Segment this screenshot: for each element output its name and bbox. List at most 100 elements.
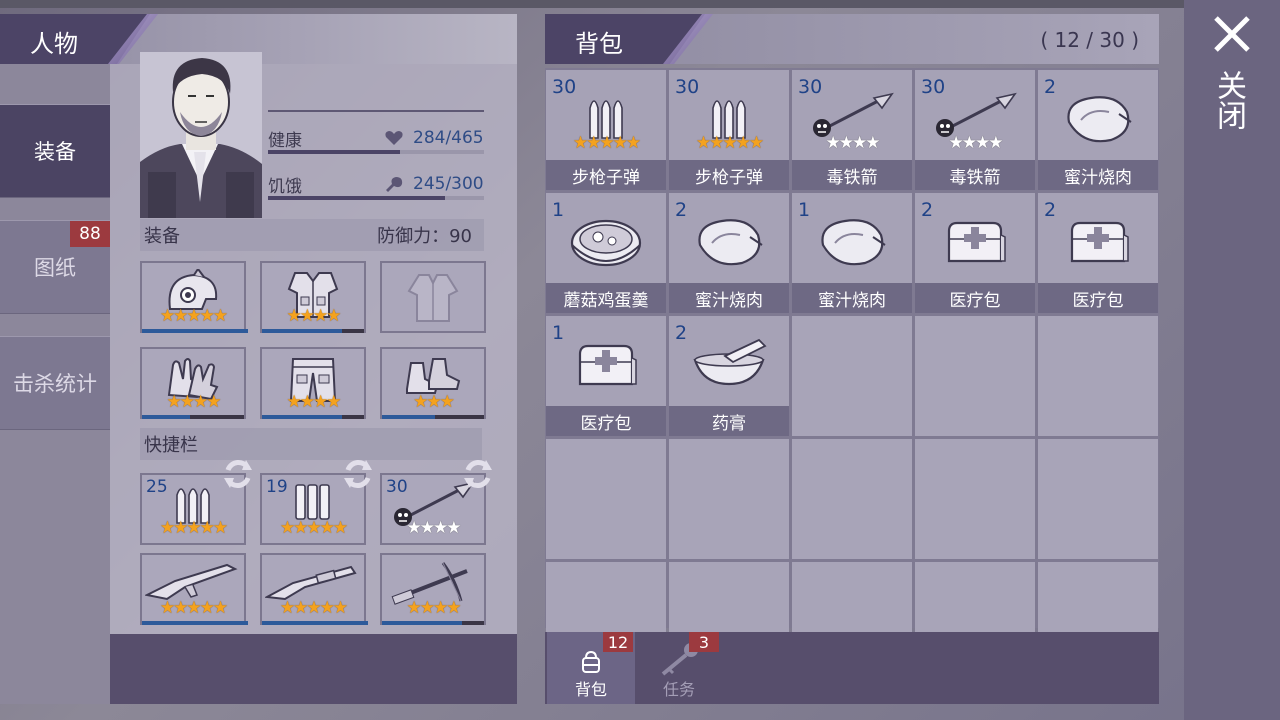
equipment-slot[interactable]: ★★★★ (260, 347, 366, 419)
backpack-item[interactable]: 2 医疗包 (915, 193, 1035, 313)
tab-backpack-label: 背包 (574, 680, 607, 699)
top-strip (0, 0, 1280, 8)
quickbar-slot[interactable]: ★★★★ (380, 553, 486, 625)
star-icon: ★ (419, 518, 435, 538)
star-icon: ★ (199, 598, 215, 618)
roast-meat-icon (815, 215, 889, 273)
equipment-slot[interactable]: ★★★★ (260, 261, 366, 333)
star-rating: ★★★★ (382, 600, 484, 617)
character-tabs: 装备 图纸 88 击杀统计 (0, 64, 110, 704)
swap-icon[interactable] (460, 456, 496, 492)
item-name: 药膏 (669, 406, 789, 436)
tab-backpack[interactable]: 12 背包 (547, 632, 635, 704)
tab-blueprints[interactable]: 图纸 88 (0, 220, 110, 314)
quickbar-slot[interactable]: ★★★★★ (140, 553, 248, 625)
item-count: 2 (1044, 76, 1057, 98)
hunger-label: 饥饿 (268, 177, 302, 197)
star-icon: ★ (212, 518, 228, 538)
empty-backpack-slot[interactable] (546, 439, 666, 559)
backpack-grid: 30 ★★★★★ 步枪子弹 30 ★★★★★ 步枪子弹 30 ★★★★ 毒铁箭 30 ★★★★ 毒铁箭… (545, 68, 1159, 682)
durability-bar (262, 621, 368, 625)
star-icon: ★ (313, 392, 328, 412)
star-rating: ★★★★ (915, 135, 1035, 152)
star-rating: ★★★★ (382, 520, 484, 537)
empty-backpack-slot[interactable] (669, 439, 789, 559)
star-icon: ★ (735, 133, 751, 153)
star-icon: ★ (572, 133, 588, 153)
empty-backpack-slot[interactable] (915, 316, 1035, 436)
star-icon: ★ (332, 518, 348, 538)
backpack-item[interactable]: 30 ★★★★ 毒铁箭 (792, 70, 912, 190)
defense-value: 防御力：90 (377, 226, 472, 247)
equipment-slot[interactable]: ★★★★ (140, 347, 246, 419)
close-panel[interactable]: 关闭 (1184, 0, 1280, 720)
star-icon: ★ (306, 518, 321, 538)
swap-icon[interactable] (340, 456, 376, 492)
backpack-item[interactable]: 30 ★★★★★ 步枪子弹 (546, 70, 666, 190)
item-name: 毒铁箭 (915, 160, 1035, 190)
character-portrait (140, 52, 262, 218)
item-name: 步枪子弹 (669, 160, 789, 190)
star-icon: ★ (186, 518, 201, 538)
backpack-title-tab (545, 14, 705, 64)
item-name: 步枪子弹 (546, 160, 666, 190)
close-label[interactable]: 关闭 (1211, 70, 1250, 130)
close-icon[interactable] (1212, 14, 1252, 54)
backpack-badge: 12 (603, 632, 633, 652)
star-icon: ★ (975, 133, 990, 153)
backpack-tabbar: 12 背包 3 任务 (545, 632, 1159, 704)
empty-backpack-slot[interactable] (1038, 316, 1158, 436)
empty-backpack-slot[interactable] (1038, 439, 1158, 559)
roast-meat-icon (692, 215, 766, 273)
star-icon: ★ (406, 598, 422, 618)
backpack-item[interactable]: 30 ★★★★ 毒铁箭 (915, 70, 1035, 190)
star-icon: ★ (279, 598, 295, 618)
star-icon: ★ (319, 518, 335, 538)
swap-icon[interactable] (220, 456, 256, 492)
star-icon: ★ (426, 392, 441, 412)
backpack-item[interactable]: 2 蜜汁烧肉 (1038, 70, 1158, 190)
empty-backpack-slot[interactable] (792, 439, 912, 559)
tab-quests[interactable]: 3 任务 (635, 632, 723, 704)
star-icon: ★ (299, 392, 315, 412)
backpack-item[interactable]: 30 ★★★★★ 步枪子弹 (669, 70, 789, 190)
durability-bar (142, 415, 190, 419)
star-icon: ★ (961, 133, 977, 153)
tab-kill-stats[interactable]: 击杀统计 (0, 336, 110, 430)
item-count: 30 (921, 76, 946, 98)
equipment-slot[interactable]: ★★★ (380, 347, 486, 419)
health-value: 284/465 (413, 128, 484, 148)
tab-blueprints-label: 图纸 (34, 256, 76, 280)
quickbar-slot[interactable]: ★★★★★ (260, 553, 368, 625)
backpack-item[interactable]: 1 医疗包 (546, 316, 666, 436)
empty-backpack-slot[interactable] (792, 316, 912, 436)
equipment-slot[interactable] (380, 261, 486, 333)
tab-equipment-label: 装备 (34, 140, 76, 164)
star-icon: ★ (293, 518, 308, 538)
health-label: 健康 (268, 131, 302, 151)
backpack-item[interactable]: 1 蘑菇鸡蛋羹 (546, 193, 666, 313)
health-bar-fill (268, 150, 400, 154)
star-icon: ★ (306, 598, 321, 618)
star-icon: ★ (199, 518, 215, 538)
item-count: 2 (1044, 199, 1057, 221)
star-rating: ★★★★★ (142, 520, 244, 537)
item-name: 蜜汁烧肉 (1038, 160, 1158, 190)
star-icon: ★ (286, 392, 302, 412)
durability-bar (382, 621, 462, 625)
tab-equipment[interactable]: 装备 (0, 104, 110, 198)
backpack-item[interactable]: 1 蜜汁烧肉 (792, 193, 912, 313)
star-icon: ★ (293, 598, 308, 618)
item-count: 1 (552, 322, 565, 344)
item-count: 1 (798, 199, 811, 221)
star-icon: ★ (709, 133, 724, 153)
equipment-slot[interactable]: ★★★★★ (140, 261, 248, 333)
item-count: 30 (552, 76, 577, 98)
backpack-item[interactable]: 2 蜜汁烧肉 (669, 193, 789, 313)
empty-backpack-slot[interactable] (915, 439, 1035, 559)
item-count: 30 (675, 76, 700, 98)
backpack-item[interactable]: 2 药膏 (669, 316, 789, 436)
backpack-item[interactable]: 2 医疗包 (1038, 193, 1158, 313)
star-rating: ★★★ (382, 394, 484, 411)
heart-icon (385, 131, 403, 145)
